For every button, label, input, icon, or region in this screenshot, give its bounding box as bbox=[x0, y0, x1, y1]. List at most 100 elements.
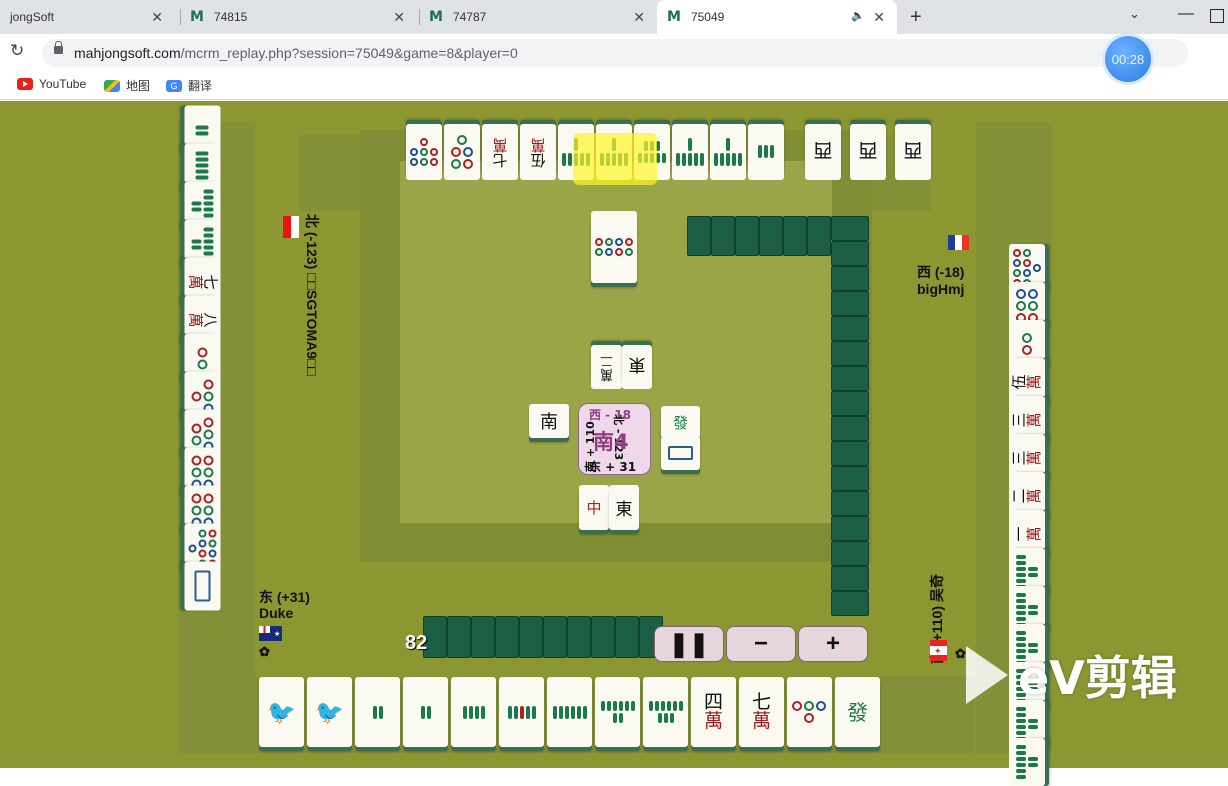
mahjong-logo-icon: M bbox=[429, 9, 443, 25]
play-logo-icon bbox=[966, 646, 1014, 704]
url-text[interactable]: mahjongsoft.com/mcrm_replay.php?session=… bbox=[74, 45, 518, 61]
speaker-icon[interactable]: 🔈 bbox=[851, 9, 865, 22]
youtube-icon bbox=[17, 78, 33, 90]
center-north-tile bbox=[591, 211, 637, 283]
slower-button[interactable]: − bbox=[726, 626, 796, 662]
north-discard-tile: 萬二 bbox=[591, 345, 622, 389]
wall-tile-back bbox=[807, 216, 831, 256]
minimize-icon[interactable]: — bbox=[1178, 5, 1194, 23]
recording-timer[interactable]: 00:28 bbox=[1105, 36, 1151, 82]
wall-tile-back bbox=[567, 616, 591, 658]
maps-icon bbox=[104, 79, 120, 92]
tab-title: 75049 bbox=[690, 10, 725, 24]
meld-tile bbox=[710, 124, 746, 180]
east-player-name: Duke bbox=[259, 605, 294, 621]
hand-tile bbox=[787, 677, 832, 747]
wall-tile-back bbox=[447, 616, 471, 658]
wall-tile-back bbox=[687, 216, 711, 256]
watermark-logo: eV剪辑 bbox=[966, 642, 1177, 708]
bookmark-label: 地图 bbox=[126, 79, 151, 93]
tab-title: jongSoft bbox=[10, 10, 55, 24]
bookmark-maps[interactable]: 地图 bbox=[104, 77, 150, 94]
wall-tile-back bbox=[543, 616, 567, 658]
north-player-label: 北 (-123) □□SGTOMA9□□ bbox=[304, 214, 320, 376]
hand-tile bbox=[643, 677, 688, 747]
wall-tile-back bbox=[831, 291, 869, 316]
hand-tile bbox=[403, 677, 448, 747]
canada-flag-icon: ✦ bbox=[930, 640, 947, 661]
wall-tile-back bbox=[495, 616, 519, 658]
wall-tile-back bbox=[831, 341, 869, 366]
west-player-score: 西 (-18) bbox=[917, 264, 965, 280]
hand-tile bbox=[355, 677, 400, 747]
mahjong-logo-icon: M bbox=[667, 9, 681, 25]
hand-tile: 🐦 bbox=[307, 677, 352, 747]
last-claim-highlight bbox=[573, 133, 657, 185]
tab-75049[interactable]: M 75049 🔈 ✕ bbox=[657, 0, 897, 34]
reload-icon[interactable]: ↻ bbox=[10, 41, 24, 61]
wall-tile-back bbox=[831, 216, 869, 241]
wall-tile-back bbox=[759, 216, 783, 256]
wall-tile-back bbox=[735, 216, 759, 256]
hand-tile bbox=[547, 677, 592, 747]
tab-close-icon[interactable]: ✕ bbox=[151, 9, 163, 26]
wall-tile-back bbox=[831, 591, 869, 616]
hand-tile: 四萬 bbox=[691, 677, 736, 747]
hand-tile: 發 bbox=[835, 677, 880, 747]
wall-tile-back bbox=[783, 216, 807, 256]
meld-tile: 伍萬 bbox=[520, 124, 556, 180]
wall-tile-back bbox=[615, 616, 639, 658]
pause-button[interactable]: ❚❚ bbox=[654, 626, 724, 662]
wall-tile-back bbox=[471, 616, 495, 658]
meld-tile: 西 bbox=[805, 124, 841, 180]
south-discard-tile: 東 bbox=[609, 485, 639, 530]
bookmark-translate[interactable]: G 翻译 bbox=[166, 77, 212, 94]
wall-tile-back bbox=[831, 566, 869, 591]
url-path: /mcrm_replay.php?session=75049&game=8&pl… bbox=[180, 45, 518, 61]
wall-tile-back bbox=[519, 616, 543, 658]
tab-close-icon[interactable]: ✕ bbox=[393, 9, 405, 26]
wall-tile-back bbox=[831, 241, 869, 266]
url-domain: mahjongsoft.com bbox=[74, 45, 181, 61]
new-tab-button[interactable]: + bbox=[910, 6, 922, 29]
tab-74787[interactable]: M 74787 ✕ bbox=[419, 0, 657, 34]
singapore-flag-icon bbox=[283, 216, 299, 238]
tab-search-chevron-icon[interactable]: ⌄ bbox=[1129, 6, 1140, 22]
west-discard-tile: 南 bbox=[529, 404, 569, 438]
bookmark-label: YouTube bbox=[39, 77, 87, 91]
wall-tile-back bbox=[831, 416, 869, 441]
maximize-icon[interactable] bbox=[1210, 9, 1224, 23]
round-east-score: 东 + 31 bbox=[589, 460, 637, 474]
east-player-score: 东 (+31) bbox=[259, 589, 310, 605]
west-player-name: bigHmj bbox=[917, 281, 965, 297]
tab-bar: jongSoft ✕ M 74815 ✕ M 74787 ✕ M 75049 🔈… bbox=[0, 0, 1228, 34]
hand-tile bbox=[451, 677, 496, 747]
meld-tile: 七萬 bbox=[482, 124, 518, 180]
wall-tile-back bbox=[711, 216, 735, 256]
wall-tile-back bbox=[591, 616, 615, 658]
meld-tile: 西 bbox=[850, 124, 886, 180]
meld-tile bbox=[748, 124, 784, 180]
bookmark-youtube[interactable]: YouTube bbox=[17, 77, 86, 91]
tab-close-icon[interactable]: ✕ bbox=[633, 9, 645, 26]
tab-mahjongsoft[interactable]: jongSoft ✕ bbox=[0, 0, 175, 34]
hand-tile bbox=[595, 677, 640, 747]
watermark-text: eV剪辑 bbox=[1018, 651, 1177, 705]
dealer-flower-icon: ✿ bbox=[955, 646, 966, 661]
faster-button[interactable]: + bbox=[798, 626, 868, 662]
australia-flag-icon: ★ bbox=[259, 626, 282, 641]
lock-icon[interactable] bbox=[54, 41, 63, 54]
wall-tile-back bbox=[831, 391, 869, 416]
tab-title: 74787 bbox=[452, 10, 487, 24]
wall-tile-back bbox=[831, 316, 869, 341]
meld-tile bbox=[444, 124, 480, 180]
round-wind-number: 南4 bbox=[593, 430, 629, 454]
right-discard-tile bbox=[1009, 738, 1045, 786]
east-discard-tile: 發 bbox=[661, 406, 700, 438]
tab-close-icon[interactable]: ✕ bbox=[873, 9, 885, 26]
tab-74815[interactable]: M 74815 ✕ bbox=[180, 0, 417, 34]
left-discard-tile bbox=[184, 561, 221, 611]
tab-title: 74815 bbox=[213, 10, 248, 24]
address-bar[interactable]: mahjongsoft.com/mcrm_replay.php?session=… bbox=[42, 39, 1188, 67]
wall-tile-back bbox=[831, 541, 869, 566]
